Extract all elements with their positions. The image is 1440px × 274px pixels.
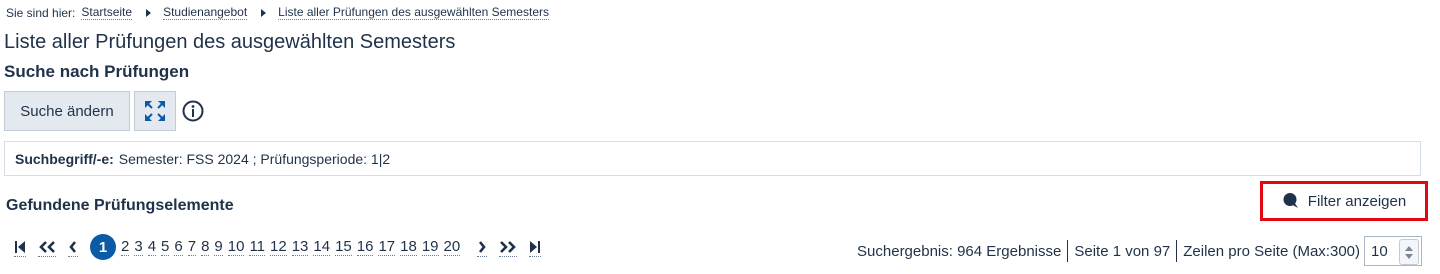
result-stats: Suchergebnis: 964 Ergebnisse Seite 1 von… <box>857 236 1422 266</box>
chevron-down-icon <box>1405 253 1413 259</box>
page-link[interactable]: 18 <box>400 238 417 256</box>
first-page-button[interactable] <box>14 238 26 257</box>
page-link[interactable]: 2 <box>121 238 130 256</box>
next-page-button[interactable] <box>477 238 488 257</box>
result-count: Suchergebnis: 964 Ergebnisse <box>857 242 1062 260</box>
divider <box>1176 240 1178 262</box>
show-filter-label: Filter anzeigen <box>1307 192 1407 210</box>
breadcrumb-prefix: Sie sind hier: <box>6 5 76 20</box>
page-link[interactable]: 8 <box>201 238 210 256</box>
breadcrumb-studienangebot[interactable]: Studienangebot <box>163 5 248 20</box>
last-page-icon <box>530 240 541 253</box>
previous-page-button[interactable] <box>68 238 78 257</box>
divider <box>1067 240 1069 262</box>
current-page[interactable]: 1 <box>90 234 116 260</box>
breadcrumb: Sie sind hier: Startseite Studienangebot… <box>6 5 549 20</box>
rows-per-page-value: 10 <box>1371 242 1388 260</box>
page-link[interactable]: 7 <box>187 238 197 256</box>
page-link[interactable]: 9 <box>214 238 223 256</box>
page-link[interactable]: 11 <box>249 238 266 256</box>
search-section-title: Suche nach Prüfungen <box>4 62 190 81</box>
last-page-button[interactable] <box>529 238 542 257</box>
page-link[interactable]: 19 <box>421 238 439 256</box>
show-filter-button[interactable]: Filter anzeigen <box>1260 181 1428 221</box>
rows-stepper[interactable] <box>1399 239 1419 265</box>
chevron-left-icon <box>69 240 77 253</box>
page-link[interactable]: 5 <box>161 238 170 256</box>
page-info: Seite 1 von 97 <box>1074 242 1171 260</box>
page-title: Liste aller Prüfungen des ausgewählten S… <box>4 31 456 53</box>
page-link[interactable]: 15 <box>335 238 352 256</box>
pagination: 1 2 3 4 5 6 7 8 9 10 11 12 13 14 15 16 1… <box>14 234 553 260</box>
expand-button[interactable] <box>134 91 176 131</box>
breadcrumb-separator-icon <box>261 8 267 17</box>
rows-per-page-label: Zeilen pro Seite (Max:300) <box>1183 242 1360 260</box>
jump-forward-button[interactable] <box>499 238 518 257</box>
page-link[interactable]: 13 <box>291 238 309 256</box>
double-chevron-right-icon <box>500 240 517 253</box>
info-icon[interactable] <box>182 100 204 122</box>
criteria-value: Semester: FSS 2024 ; Prüfungsperiode: 1|… <box>118 150 391 167</box>
page-link[interactable]: 17 <box>378 238 396 256</box>
page-link[interactable]: 14 <box>313 238 331 256</box>
page-link[interactable]: 4 <box>147 238 157 256</box>
expand-icon <box>145 101 165 121</box>
page-link[interactable]: 16 <box>356 238 374 256</box>
double-chevron-left-icon <box>39 240 55 253</box>
breadcrumb-current[interactable]: Liste aller Prüfungen des ausgewählten S… <box>278 5 549 20</box>
page-link[interactable]: 3 <box>134 238 143 256</box>
chevron-right-icon <box>479 240 486 253</box>
page-link[interactable]: 6 <box>174 238 183 256</box>
breadcrumb-startseite[interactable]: Startseite <box>81 5 133 20</box>
jump-back-button[interactable] <box>38 238 56 257</box>
results-title: Gefundene Prüfungselemente <box>6 197 234 214</box>
page-link[interactable]: 10 <box>227 238 245 256</box>
page-link[interactable]: 12 <box>270 238 287 256</box>
first-page-icon <box>15 240 25 253</box>
chevron-up-icon <box>1405 245 1413 251</box>
breadcrumb-separator-icon <box>146 8 152 17</box>
page-link[interactable]: 20 <box>443 238 461 256</box>
filter-icon <box>1283 193 1298 208</box>
search-criteria: Suchbegriff/-e: Semester: FSS 2024 ; Prü… <box>4 141 1421 176</box>
change-search-button[interactable]: Suche ändern <box>4 91 130 131</box>
criteria-label: Suchbegriff/-e: <box>15 150 114 167</box>
rows-per-page-input[interactable]: 10 <box>1364 236 1422 266</box>
